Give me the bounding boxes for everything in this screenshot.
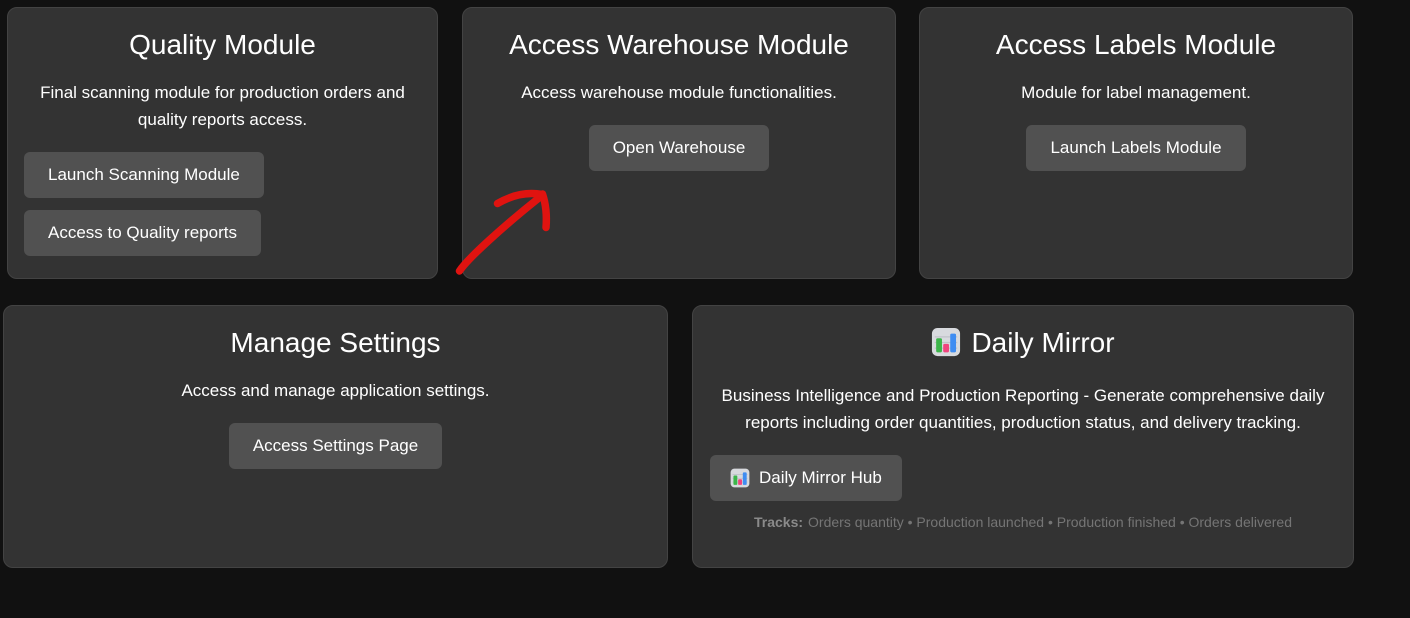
card-description: Final scanning module for production ord… <box>30 79 415 133</box>
card-title-text: Daily Mirror <box>971 327 1114 358</box>
tracks-footer: Tracks: Orders quantity • Production laun… <box>709 514 1337 530</box>
card-actions: Open Warehouse <box>463 125 895 171</box>
card-daily-mirror: Daily Mirror Business Intelligence and P… <box>692 305 1354 568</box>
tracks-label: Tracks: <box>754 514 803 530</box>
card-description: Access warehouse module functionalities. <box>485 79 873 106</box>
card-title: Access Warehouse Module <box>479 29 879 61</box>
card-description: Access and manage application settings. <box>26 377 645 404</box>
card-description: Module for label management. <box>942 79 1330 106</box>
card-actions: Access Settings Page <box>4 423 667 469</box>
card-title: Daily Mirror <box>709 327 1337 364</box>
open-warehouse-button[interactable]: Open Warehouse <box>589 125 770 171</box>
bar-chart-icon <box>730 468 750 488</box>
access-quality-reports-button[interactable]: Access to Quality reports <box>24 210 261 256</box>
access-settings-page-button[interactable]: Access Settings Page <box>229 423 442 469</box>
bar-chart-icon <box>931 327 961 364</box>
tracks-items: Orders quantity • Production launched • … <box>808 514 1292 530</box>
launch-scanning-module-button[interactable]: Launch Scanning Module <box>24 152 264 198</box>
card-access-warehouse-module: Access Warehouse Module Access warehouse… <box>462 7 896 279</box>
card-access-labels-module: Access Labels Module Module for label ma… <box>919 7 1353 279</box>
card-actions: Daily Mirror Hub <box>710 455 1353 501</box>
launch-labels-module-button[interactable]: Launch Labels Module <box>1026 125 1245 171</box>
card-actions: Launch Scanning Module Access to Quality… <box>24 152 437 256</box>
card-title: Quality Module <box>24 29 421 61</box>
card-title: Manage Settings <box>20 327 651 359</box>
daily-mirror-hub-button[interactable]: Daily Mirror Hub <box>710 455 902 501</box>
card-actions: Launch Labels Module <box>920 125 1352 171</box>
card-manage-settings: Manage Settings Access and manage applic… <box>3 305 668 568</box>
card-quality-module: Quality Module Final scanning module for… <box>7 7 438 279</box>
card-description: Business Intelligence and Production Rep… <box>721 382 1325 436</box>
card-title: Access Labels Module <box>936 29 1336 61</box>
dashboard-page: { "page": { "background": "#111111" }, "… <box>0 0 1410 618</box>
button-label: Daily Mirror Hub <box>759 467 882 489</box>
